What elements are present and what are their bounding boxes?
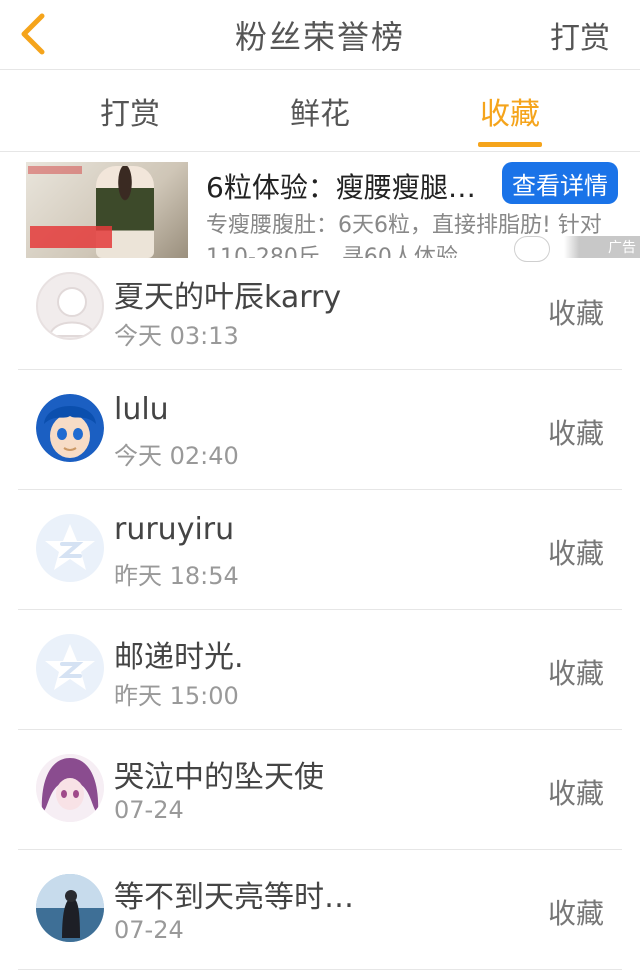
header-bar: 粉丝荣誉榜 打赏 xyxy=(0,0,640,70)
avatar[interactable] xyxy=(36,394,104,462)
user-name[interactable]: 邮递时光. xyxy=(114,632,244,676)
reward-button[interactable]: 打赏 xyxy=(550,0,610,70)
timestamp: 昨天 18:54 xyxy=(114,562,239,590)
favorite-action: 收藏 xyxy=(547,657,604,690)
favorite-action: 收藏 xyxy=(547,417,604,450)
favorite-action: 收藏 xyxy=(547,897,604,930)
favorite-action: 收藏 xyxy=(547,537,604,570)
list-item[interactable]: 哭泣中的坠天使 07-24 收藏 xyxy=(0,730,640,850)
avatar[interactable] xyxy=(36,874,104,942)
list-item[interactable]: 等不到天亮等时… 07-24 收藏 xyxy=(0,850,640,970)
timestamp: 07-24 xyxy=(114,916,184,944)
qzone-star-icon xyxy=(45,524,95,570)
view-details-button[interactable]: 查看详情 xyxy=(502,162,618,204)
page-title: 粉丝荣誉榜 xyxy=(234,18,405,56)
user-name[interactable]: ruruyiru xyxy=(114,512,234,547)
timestamp: 07-24 xyxy=(114,796,184,824)
ad-title[interactable]: 6粒体验：瘦腰瘦腿… xyxy=(206,166,496,206)
list-item[interactable]: lulu 今天 02:40 收藏 xyxy=(0,370,640,490)
qzone-star-icon xyxy=(45,644,95,690)
list-item[interactable]: 邮递时光. 昨天 15:00 收藏 xyxy=(0,610,640,730)
tab-favorites[interactable]: 收藏 xyxy=(450,70,570,152)
list-item[interactable]: ruruyiru 昨天 18:54 收藏 xyxy=(0,490,640,610)
user-name[interactable]: 哭泣中的坠天使 xyxy=(114,752,324,796)
tab-flowers[interactable]: 鲜花 xyxy=(260,70,380,152)
ad-label: 广告 xyxy=(564,236,640,258)
tab-reward[interactable]: 打赏 xyxy=(70,70,190,152)
active-tab-indicator xyxy=(478,142,542,147)
default-person-icon xyxy=(48,287,96,337)
tab-bar: 打赏 鲜花 收藏 xyxy=(0,70,640,152)
user-name[interactable]: 夏天的叶辰karry xyxy=(114,272,341,316)
favorite-action: 收藏 xyxy=(547,777,604,810)
photo-avatar-icon xyxy=(36,874,104,942)
avatar[interactable] xyxy=(36,634,104,702)
avatar[interactable] xyxy=(36,272,104,340)
timestamp: 昨天 15:00 xyxy=(114,682,239,710)
user-name[interactable]: 等不到天亮等时… xyxy=(114,872,354,916)
avatar[interactable] xyxy=(36,514,104,582)
user-name[interactable]: lulu xyxy=(114,392,169,427)
avatar[interactable] xyxy=(36,754,104,822)
timestamp: 今天 02:40 xyxy=(114,442,239,470)
list-item[interactable]: 夏天的叶辰karry 今天 03:13 收藏 xyxy=(0,250,640,370)
ad-image[interactable] xyxy=(26,162,188,258)
favorite-action: 收藏 xyxy=(547,297,604,330)
anime-avatar-icon xyxy=(36,394,104,462)
anime-avatar-icon xyxy=(36,754,104,822)
timestamp: 今天 03:13 xyxy=(114,322,239,350)
